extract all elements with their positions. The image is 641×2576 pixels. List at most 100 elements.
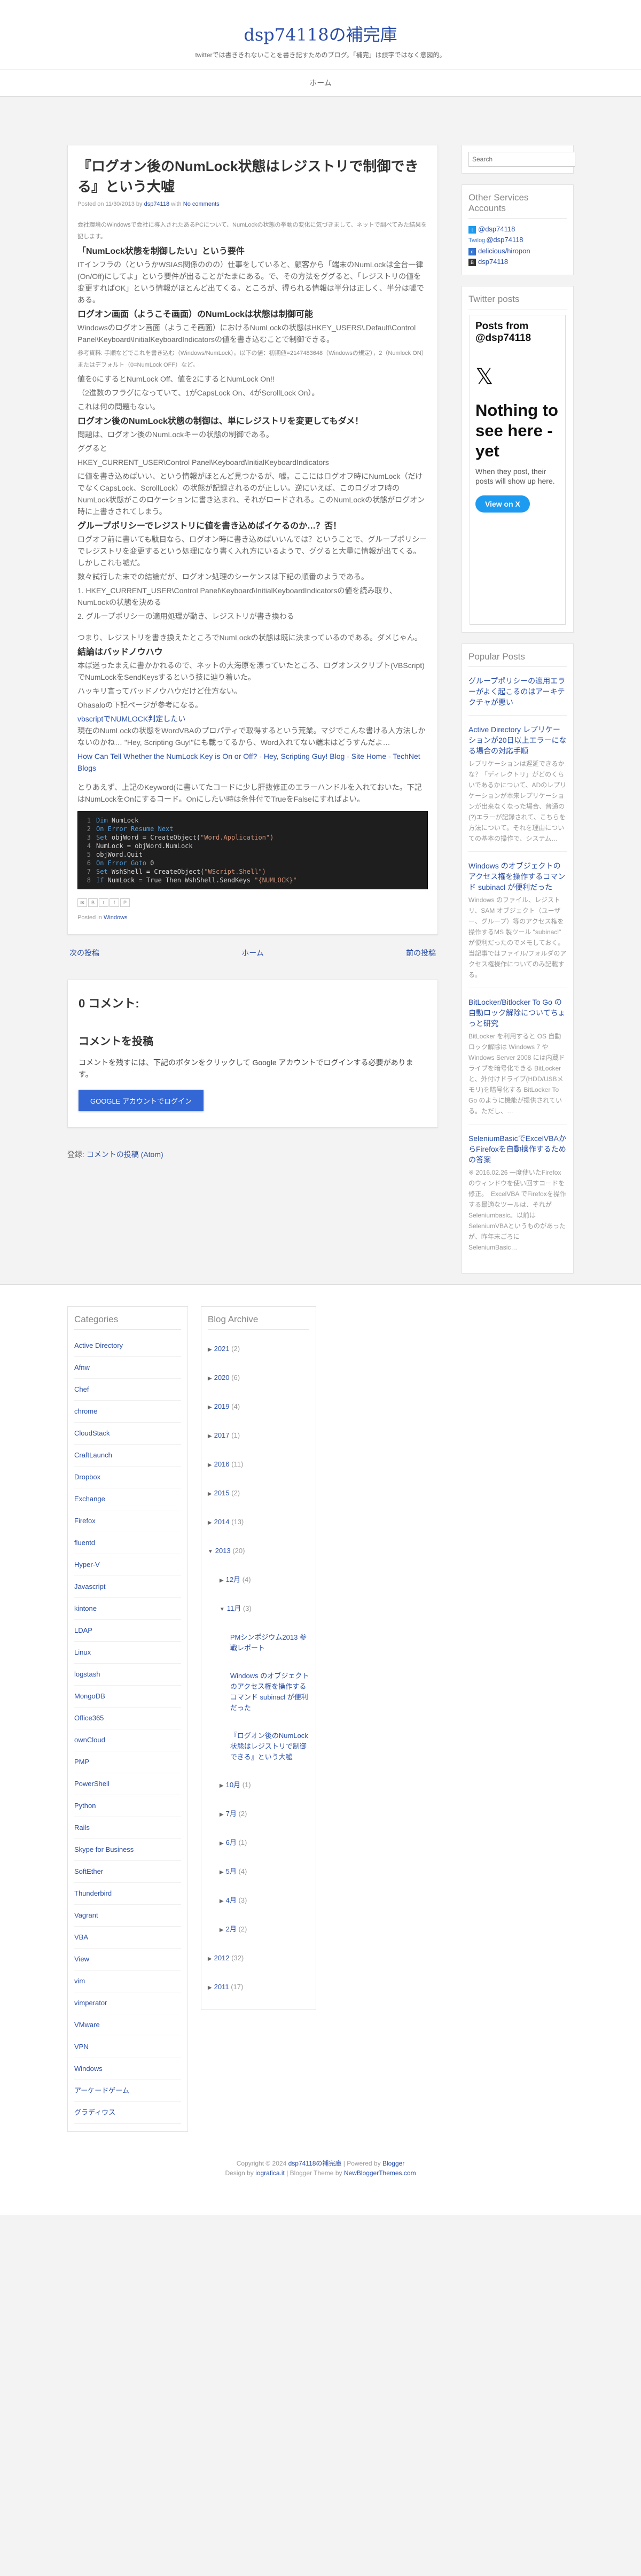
archive-row[interactable]: ▶ 2017 (1) bbox=[208, 1422, 309, 1450]
popular-post-link[interactable]: Windows のオブジェクトのアクセス権を操作するコマンド subinacl … bbox=[468, 860, 567, 893]
popular-post-link[interactable]: SeleniumBasicでExcelVBAからFirefoxを自動操作するため… bbox=[468, 1133, 567, 1165]
category-link[interactable]: Python bbox=[74, 1795, 181, 1817]
archive-row[interactable]: ▶ 2011 (17) bbox=[208, 1973, 309, 2002]
category-link[interactable]: アーケードゲーム bbox=[74, 2080, 181, 2102]
category-link[interactable]: CraftLaunch bbox=[74, 1445, 181, 1467]
archive-row[interactable]: ▶ 2019 (4) bbox=[208, 1393, 309, 1422]
search-input[interactable] bbox=[468, 152, 575, 167]
category-link[interactable]: Thunderbird bbox=[74, 1883, 181, 1905]
facebook-share-icon[interactable]: f bbox=[110, 898, 119, 907]
archive-row[interactable]: ▶ 4月 (3) bbox=[208, 1887, 309, 1915]
category-link[interactable]: CloudStack bbox=[74, 1423, 181, 1445]
archive-row[interactable]: ▶ 2020 (6) bbox=[208, 1364, 309, 1393]
category-link[interactable]: Afnw bbox=[74, 1357, 181, 1379]
email-share-icon[interactable]: ✉ bbox=[77, 898, 87, 907]
category-link[interactable]: vim bbox=[74, 1970, 181, 1992]
category-link[interactable]: Rails bbox=[74, 1817, 181, 1839]
archive-row[interactable]: ▶ 10月 (1) bbox=[208, 1771, 309, 1800]
account-item[interactable]: Bdsp74118 bbox=[468, 257, 567, 267]
category-link[interactable]: Vagrant bbox=[74, 1905, 181, 1927]
archive-row[interactable]: ▶ 6月 (1) bbox=[208, 1829, 309, 1858]
twitter-share-icon[interactable]: t bbox=[99, 898, 108, 907]
category-link[interactable]: Chef bbox=[74, 1379, 181, 1401]
category-link[interactable]: Windows bbox=[74, 2058, 181, 2080]
category-link[interactable]: VBA bbox=[74, 1927, 181, 1949]
archive-row[interactable]: ▶ 5月 (4) bbox=[208, 1858, 309, 1887]
archive-post-link[interactable]: Windows のオブジェクトのアクセス権を操作するコマンド subinacl … bbox=[230, 1672, 309, 1712]
category-link[interactable]: Hyper-V bbox=[74, 1554, 181, 1576]
archive-month-dec[interactable]: ▶ 12月 (4) bbox=[208, 1566, 309, 1595]
archive-post-link[interactable]: PMシンポジウム2013 参戦レポート bbox=[230, 1633, 307, 1652]
popular-post-link[interactable]: BitLocker/Bitlocker To Go の自動ロック解除についてちょ… bbox=[468, 997, 567, 1029]
account-link[interactable]: dsp74118 bbox=[478, 258, 508, 266]
popular-post-link[interactable]: グループポリシーの適用エラーがよく起こるのはアーキテクチャが悪い bbox=[468, 676, 567, 708]
category-link[interactable]: kintone bbox=[74, 1598, 181, 1620]
blog-this-icon[interactable]: B bbox=[88, 898, 98, 907]
category-link[interactable]: PMP bbox=[74, 1751, 181, 1773]
design-link[interactable]: iografica.it bbox=[255, 2169, 285, 2177]
category-link[interactable]: VMware bbox=[74, 2014, 181, 2036]
atom-feed-link[interactable]: コメントの投稿 (Atom) bbox=[87, 1150, 163, 1159]
archive-link[interactable]: 2月 bbox=[226, 1925, 237, 1933]
archive-row[interactable]: ▶ 2015 (2) bbox=[208, 1479, 309, 1508]
archive-link[interactable]: 11月 bbox=[227, 1604, 241, 1612]
site-link[interactable]: dsp74118の補完庫 bbox=[288, 2160, 342, 2167]
label-link[interactable]: Windows bbox=[104, 914, 128, 921]
archive-row[interactable]: ▶ 7月 (2) bbox=[208, 1800, 309, 1829]
category-link[interactable]: fluentd bbox=[74, 1532, 181, 1554]
category-link[interactable]: SoftEther bbox=[74, 1861, 181, 1883]
category-link[interactable]: Active Directory bbox=[74, 1335, 181, 1357]
archive-row[interactable]: ▶ 2月 (2) bbox=[208, 1915, 309, 1944]
category-link[interactable]: LDAP bbox=[74, 1620, 181, 1642]
category-link[interactable]: Office365 bbox=[74, 1708, 181, 1729]
archive-link[interactable]: 4月 bbox=[226, 1896, 237, 1904]
archive-link[interactable]: 12月 bbox=[226, 1576, 240, 1584]
account-link[interactable]: @dsp74118 bbox=[486, 236, 523, 244]
google-login-button[interactable]: GOOGLE アカウントでログイン bbox=[79, 1090, 204, 1111]
archive-row[interactable]: ▶ 2014 (13) bbox=[208, 1508, 309, 1537]
archive-link[interactable]: 10月 bbox=[226, 1781, 240, 1789]
archive-link[interactable]: 2012 bbox=[214, 1954, 230, 1962]
category-link[interactable]: グラディウス bbox=[74, 2102, 181, 2124]
reference-link-1[interactable]: vbscriptでNUMLOCK判定したい bbox=[77, 713, 428, 725]
category-link[interactable]: ownCloud bbox=[74, 1729, 181, 1751]
archive-post-link[interactable]: 『ログオン後のNumLock状態はレジストリで制御できる』という大嘘 bbox=[230, 1732, 308, 1761]
category-link[interactable]: Skype for Business bbox=[74, 1839, 181, 1861]
archive-row[interactable]: ▶ 2021 (2) bbox=[208, 1335, 309, 1364]
newer-post-link[interactable]: 次の投稿 bbox=[69, 948, 99, 958]
account-link[interactable]: @dsp74118 bbox=[478, 225, 515, 233]
category-link[interactable]: vimperator bbox=[74, 1992, 181, 2014]
archive-link[interactable]: 2021 bbox=[214, 1345, 230, 1353]
category-link[interactable]: Linux bbox=[74, 1642, 181, 1664]
archive-row[interactable]: ▶ 2016 (11) bbox=[208, 1450, 309, 1479]
archive-link[interactable]: 2019 bbox=[214, 1402, 230, 1410]
archive-link[interactable]: 2020 bbox=[214, 1374, 230, 1382]
account-item[interactable]: Twilog @dsp74118 bbox=[468, 235, 567, 246]
archive-link[interactable]: 2011 bbox=[214, 1983, 229, 1991]
reference-link-2[interactable]: How Can Tell Whether the NumLock Key is … bbox=[77, 750, 428, 774]
archive-link[interactable]: 2017 bbox=[214, 1431, 230, 1439]
nav-home-link[interactable]: ホーム bbox=[309, 79, 332, 87]
category-link[interactable]: VPN bbox=[74, 2036, 181, 2058]
blogger-link[interactable]: Blogger bbox=[382, 2160, 404, 2167]
category-link[interactable]: Dropbox bbox=[74, 1467, 181, 1488]
view-on-x-button[interactable]: View on X bbox=[475, 495, 530, 513]
archive-link[interactable]: 2015 bbox=[214, 1489, 230, 1497]
category-link[interactable]: PowerShell bbox=[74, 1773, 181, 1795]
account-link[interactable]: delicious/hiropon bbox=[478, 247, 530, 255]
archive-row[interactable]: ▶ 2012 (32) bbox=[208, 1944, 309, 1973]
category-link[interactable]: View bbox=[74, 1949, 181, 1970]
category-link[interactable]: logstash bbox=[74, 1664, 181, 1686]
theme-link[interactable]: NewBloggerThemes.com bbox=[344, 2169, 416, 2177]
archive-month-nov[interactable]: ▼ 11月 (3) bbox=[208, 1595, 309, 1624]
account-item[interactable]: t @dsp74118 bbox=[468, 224, 567, 235]
category-link[interactable]: MongoDB bbox=[74, 1686, 181, 1708]
comments-count-link[interactable]: No comments bbox=[183, 201, 220, 207]
archive-link[interactable]: 7月 bbox=[226, 1810, 237, 1818]
post-title-link[interactable]: 『ログオン後のNumLock状態はレジストリで制御できる』という大嘘 bbox=[77, 158, 418, 195]
category-link[interactable]: Firefox bbox=[74, 1510, 181, 1532]
archive-link[interactable]: 2014 bbox=[214, 1518, 230, 1526]
author-link[interactable]: dsp74118 bbox=[144, 201, 170, 207]
popular-post-link[interactable]: Active Directory レプリケーションが20日以上エラーになる場合の… bbox=[468, 724, 567, 756]
category-link[interactable]: Exchange bbox=[74, 1488, 181, 1510]
